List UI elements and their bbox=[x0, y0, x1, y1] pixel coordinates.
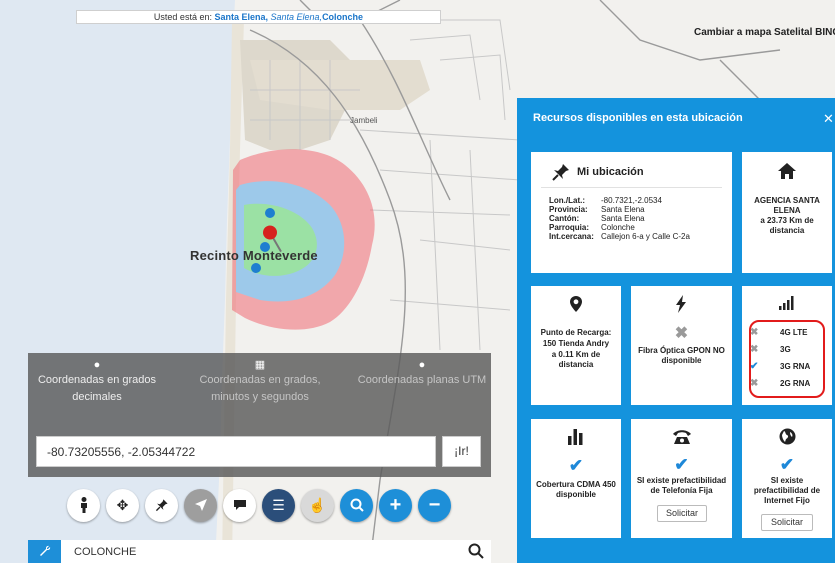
globe-icon bbox=[779, 428, 796, 445]
x-icon: ✖ bbox=[750, 344, 759, 355]
search-input[interactable] bbox=[68, 540, 458, 563]
breadcrumb-canton[interactable]: Santa Elena, bbox=[271, 12, 323, 22]
map-label-town: Recinto Monteverde bbox=[190, 248, 318, 263]
fiber-text: Fibra Óptica GPON NO disponible bbox=[638, 346, 725, 365]
check-icon: ✔ bbox=[779, 455, 795, 474]
close-icon[interactable]: ✕ bbox=[823, 111, 834, 127]
zoom-out-icon[interactable]: − bbox=[418, 489, 451, 522]
detail-row: Cantón: Santa Elena bbox=[549, 214, 695, 223]
detail-value: Colonche bbox=[601, 223, 635, 232]
internet-text: SI existe prefactibilidad de Internet Fi… bbox=[753, 476, 821, 505]
coordinate-input-bar: ¡Ir! bbox=[28, 426, 491, 477]
detail-row: Lon./Lat.: -80.7321,-2.0534 bbox=[549, 196, 695, 205]
breadcrumb-province[interactable]: Santa Elena, bbox=[214, 12, 268, 22]
recharge-name: 150 Tienda Andry bbox=[542, 339, 610, 348]
cdma-card: ✔ Cobertura CDMA 450 disponible bbox=[531, 419, 621, 538]
list-icon[interactable]: ☰ bbox=[262, 489, 295, 522]
tab-label: Coordenadas en grados decimales bbox=[37, 374, 157, 403]
move-icon[interactable]: ✥ bbox=[106, 489, 139, 522]
tab-dms[interactable]: ▦ Coordenadas en grados, minutos y segun… bbox=[192, 359, 328, 406]
landline-card: ✔ SI existe prefactibilidad de Telefonía… bbox=[631, 419, 732, 538]
search-icon[interactable] bbox=[468, 543, 484, 559]
detail-row: Parroquia: Colonche bbox=[549, 223, 695, 232]
check-icon: ✔ bbox=[568, 456, 584, 475]
request-landline-button[interactable]: Solicitar bbox=[657, 505, 707, 522]
phone-icon bbox=[673, 430, 691, 444]
landline-text: SI existe prefactibilidad de Telefonía F… bbox=[636, 476, 727, 495]
map-label-jambeli: Jambeli bbox=[350, 116, 378, 125]
detail-key: Cantón: bbox=[549, 214, 580, 223]
tab-label: Coordenadas planas UTM bbox=[357, 374, 487, 386]
tab-label: Coordenadas en grados, minutos y segundo… bbox=[199, 374, 321, 403]
recharge-point-card: Punto de Recarga: 150 Tienda Andry a 0.1… bbox=[531, 286, 621, 405]
bolt-icon bbox=[676, 295, 686, 313]
tab-utm[interactable]: ● Coordenadas planas UTM bbox=[354, 359, 490, 389]
bar-chart-icon bbox=[568, 429, 583, 445]
breadcrumb-parish[interactable]: Colonche bbox=[322, 12, 363, 22]
breadcrumb-prefix: Usted está en: bbox=[153, 12, 215, 22]
wrench-icon[interactable] bbox=[28, 540, 61, 563]
x-icon: ✖ bbox=[750, 327, 759, 338]
detail-value: Callejon 6-a y Calle C-2a bbox=[601, 232, 690, 241]
go-button[interactable]: ¡Ir! bbox=[442, 436, 481, 467]
recharge-title: Punto de Recarga: bbox=[540, 328, 612, 337]
detail-key: Int.cercana: bbox=[549, 232, 594, 241]
coordinate-input[interactable] bbox=[36, 436, 436, 467]
satellite-map-link[interactable]: Cambiar a mapa Satelital BING bbox=[694, 27, 835, 38]
mobile-network-card: ✖ 4G LTE ✖ 3G ✔ 3G RNA ✖ 2G RNA bbox=[742, 286, 832, 405]
breadcrumb: Usted está en: Santa Elena, Santa Elena,… bbox=[76, 10, 441, 24]
detail-value: -80.7321,-2.0534 bbox=[601, 196, 662, 205]
search-bar bbox=[28, 540, 491, 563]
x-icon: ✖ bbox=[750, 378, 759, 389]
detail-key: Lon./Lat.: bbox=[549, 196, 585, 205]
signal-bars-icon bbox=[779, 296, 794, 310]
pin-icon[interactable] bbox=[145, 489, 178, 522]
agency-distance: a 23.73 Km de distancia bbox=[760, 216, 814, 235]
location-pin-icon: ● bbox=[93, 359, 101, 371]
zoom-in-icon[interactable]: + bbox=[379, 489, 412, 522]
detail-row: Int.cercana: Callejon 6-a y Calle C-2a bbox=[549, 232, 695, 241]
coordinate-format-tabs: ● Coordenadas en grados decimales ▦ Coor… bbox=[28, 353, 491, 426]
pushpin-icon bbox=[552, 164, 569, 181]
location-pin-icon: ● bbox=[418, 359, 426, 371]
panel-title: Recursos disponibles en esta ubicación bbox=[533, 112, 743, 124]
comment-icon[interactable] bbox=[223, 489, 256, 522]
detail-key: Parroquia: bbox=[549, 223, 590, 232]
agency-name: AGENCIA SANTA ELENA bbox=[754, 196, 820, 215]
network-label: 3G bbox=[780, 345, 791, 354]
check-icon: ✔ bbox=[674, 455, 689, 474]
detail-row: Provincia: Santa Elena bbox=[549, 205, 695, 214]
fiber-status-icon: ✖ bbox=[674, 325, 689, 342]
agency-card: AGENCIA SANTA ELENA a 23.73 Km de distan… bbox=[742, 152, 832, 273]
detail-key: Provincia: bbox=[549, 205, 588, 214]
recharge-distance: a 0.11 Km de distancia bbox=[551, 350, 601, 369]
tab-decimal-degrees[interactable]: ● Coordenadas en grados decimales bbox=[32, 359, 162, 406]
navigate-icon[interactable] bbox=[184, 489, 217, 522]
divider bbox=[541, 187, 722, 188]
touch-icon[interactable]: ☝ bbox=[301, 489, 334, 522]
detail-value: Santa Elena bbox=[601, 205, 645, 214]
network-label: 2G RNA bbox=[780, 379, 811, 388]
resources-panel: Recursos disponibles en esta ubicación ✕… bbox=[517, 98, 835, 563]
my-location-card: Mi ubicación Lon./Lat.: -80.7321,-2.0534 … bbox=[531, 152, 732, 273]
network-label: 4G LTE bbox=[780, 328, 808, 337]
network-label: 3G RNA bbox=[780, 362, 811, 371]
home-icon bbox=[778, 163, 796, 179]
table-icon: ▦ bbox=[254, 359, 266, 371]
check-icon: ✔ bbox=[750, 361, 759, 372]
request-internet-button[interactable]: Solicitar bbox=[761, 514, 813, 531]
my-location-title: Mi ubicación bbox=[577, 166, 644, 178]
zoom-search-icon[interactable] bbox=[340, 489, 373, 522]
person-icon[interactable] bbox=[67, 489, 100, 522]
detail-value: Santa Elena bbox=[601, 214, 645, 223]
internet-card: ✔ SI existe prefactibilidad de Internet … bbox=[742, 419, 832, 538]
map-pin-icon bbox=[570, 296, 582, 312]
fiber-card: ✖ Fibra Óptica GPON NO disponible bbox=[631, 286, 732, 405]
location-details: Lon./Lat.: -80.7321,-2.0534 Provincia: San… bbox=[549, 196, 695, 241]
cdma-text: Cobertura CDMA 450 disponible bbox=[536, 480, 616, 499]
